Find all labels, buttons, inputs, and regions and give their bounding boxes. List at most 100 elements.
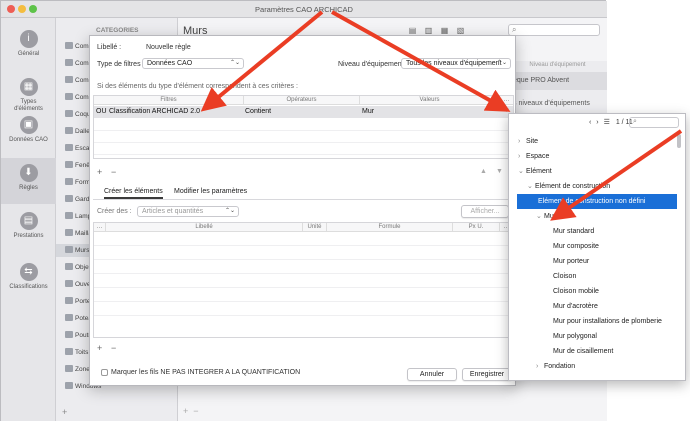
rules-icon: ⬇ bbox=[19, 164, 38, 182]
column-header-unit[interactable]: Unité bbox=[303, 223, 327, 232]
tree-item[interactable]: Elément de construction non défini bbox=[517, 194, 677, 209]
rule-dialog: Libellé : Nouvelle règle Type de filtres… bbox=[89, 35, 516, 386]
tree-item[interactable]: ⌄ Mur bbox=[509, 209, 685, 224]
new-item-icon[interactable]: ▤ bbox=[408, 26, 417, 35]
create-label: Créer des : bbox=[97, 208, 132, 215]
nav-label: Données CAO bbox=[9, 137, 48, 143]
add-element-button[interactable]: + bbox=[97, 343, 102, 353]
nav-item-rules[interactable]: ⬇ Règles bbox=[1, 158, 56, 204]
tree-item-label: Elément bbox=[526, 168, 552, 175]
equipment-row[interactable]: èque PRO Abvent bbox=[508, 72, 607, 90]
equipment-row[interactable]: s niveaux d'équipements bbox=[508, 95, 607, 113]
chevron-right-icon[interactable]: › bbox=[518, 149, 526, 164]
move-down-icon[interactable]: ▼ bbox=[496, 168, 503, 175]
tree-item[interactable]: Mur pour installations de plomberie bbox=[509, 314, 685, 329]
content-add-remove[interactable]: + − bbox=[183, 406, 199, 416]
chevron-left-icon[interactable]: ‹ bbox=[589, 119, 591, 126]
column-header-formula[interactable]: Formule bbox=[327, 223, 453, 232]
category-label: Toits bbox=[75, 349, 89, 356]
tree-item[interactable]: Cloison mobile bbox=[509, 284, 685, 299]
category-icon bbox=[65, 280, 73, 287]
export-icon[interactable]: ▧ bbox=[456, 26, 465, 35]
do-not-integrate-checkbox[interactable] bbox=[101, 369, 108, 376]
equipment-label: Niveau d'équipement : bbox=[338, 61, 408, 68]
chevron-right-icon[interactable]: › bbox=[536, 359, 544, 374]
category-icon bbox=[65, 195, 73, 202]
tree-item-label: Cloison mobile bbox=[553, 288, 599, 295]
cancel-button[interactable]: Annuler bbox=[407, 368, 457, 381]
tree-item-label: Mur standard bbox=[553, 228, 595, 235]
tree-item[interactable]: › Fondation bbox=[509, 359, 685, 374]
tree-item-label: Espace bbox=[526, 153, 550, 160]
column-header-libelle[interactable]: Libellé bbox=[106, 223, 303, 232]
save-button[interactable]: Enregistrer bbox=[462, 368, 512, 381]
create-select[interactable]: Articles et quantités ⌃⌄ bbox=[137, 206, 239, 217]
criteria-description: Si des éléments du type d'élément corres… bbox=[97, 83, 298, 90]
criteria-table: Filtres Opérateurs Valeurs … OU Classifi… bbox=[93, 95, 514, 159]
tree-item[interactable]: Mur porteur bbox=[509, 254, 685, 269]
category-icon bbox=[65, 314, 73, 321]
add-category-button[interactable]: + bbox=[62, 407, 67, 417]
nav-item-general[interactable]: i Général bbox=[1, 30, 56, 58]
nav-item-cad-data[interactable]: ▣ Données CAO bbox=[1, 116, 56, 144]
column-header-filters[interactable]: Filtres bbox=[94, 96, 244, 105]
column-header-values[interactable]: Valeurs bbox=[360, 96, 500, 105]
category-icon bbox=[65, 348, 73, 355]
tab-modify-parameters[interactable]: Modifier les paramètres bbox=[174, 188, 247, 195]
nav-label: Règles bbox=[19, 185, 38, 191]
content-search-input[interactable]: ⌕ bbox=[508, 24, 600, 36]
show-button[interactable]: Afficher... bbox=[461, 205, 509, 218]
chevron-down-icon[interactable]: ⌄ bbox=[518, 164, 526, 179]
chevron-right-icon[interactable]: › bbox=[596, 119, 598, 126]
equipment-value: Tous les niveaux d'équipement bbox=[406, 60, 502, 67]
column-header-unit-price[interactable]: Px U. bbox=[453, 223, 500, 232]
equipment-select[interactable]: Tous les niveaux d'équipement ⌃⌄ bbox=[401, 58, 511, 69]
elements-table: … Libellé Unité Formule Px U. … bbox=[93, 222, 514, 338]
filter-type-select[interactable]: Données CAO ⌃⌄ bbox=[142, 58, 244, 69]
add-criteria-button[interactable]: + bbox=[97, 167, 102, 177]
move-up-icon[interactable]: ▲ bbox=[480, 168, 487, 175]
tab-create-elements[interactable]: Créer les éléments bbox=[104, 188, 163, 199]
remove-criteria-button[interactable]: − bbox=[111, 167, 116, 177]
column-header-more[interactable]: … bbox=[94, 223, 106, 232]
remove-element-button[interactable]: − bbox=[111, 343, 116, 353]
import-icon[interactable]: ▦ bbox=[440, 26, 449, 35]
nav-label: Classifications bbox=[9, 284, 48, 290]
tree-item[interactable]: › Site bbox=[509, 134, 685, 149]
tree-item[interactable]: Mur polygonal bbox=[509, 329, 685, 344]
title-bar: Paramètres CAO ARCHICAD bbox=[1, 1, 607, 18]
popup-search-input[interactable]: ⌕ bbox=[629, 117, 679, 128]
nav-item-services[interactable]: ▤ Prestations bbox=[1, 212, 56, 240]
criteria-filter[interactable]: Classification ARCHICAD 2.0 bbox=[109, 108, 200, 115]
duplicate-icon[interactable]: ▥ bbox=[424, 26, 433, 35]
tree-item[interactable]: Mur d'acrotère bbox=[509, 299, 685, 314]
tree-item[interactable]: Cloison bbox=[509, 269, 685, 284]
element-types-icon: ▦ bbox=[19, 78, 38, 96]
list-icon[interactable]: ☰ bbox=[604, 119, 610, 126]
tree-item[interactable]: ⌄ Elément bbox=[509, 164, 685, 179]
tree-item[interactable]: Mur composite bbox=[509, 239, 685, 254]
chevron-down-icon[interactable]: ⌄ bbox=[527, 179, 535, 194]
chevron-right-icon[interactable]: › bbox=[518, 134, 526, 149]
tree-item[interactable]: ⌄ Elément de construction bbox=[509, 179, 685, 194]
equipment-column-header: Niveau d'équipement bbox=[529, 62, 586, 68]
libelle-field[interactable]: Nouvelle règle bbox=[146, 44, 191, 51]
category-icon bbox=[65, 297, 73, 304]
tree-item[interactable]: › Espace bbox=[509, 149, 685, 164]
tree-item[interactable]: Mur de cisaillement bbox=[509, 344, 685, 359]
nav-item-classifications[interactable]: ⇆ Classifications bbox=[1, 263, 56, 291]
criteria-operator[interactable]: Contient bbox=[245, 108, 271, 115]
tree-item-label: Site bbox=[526, 138, 539, 145]
column-header-operators[interactable]: Opérateurs bbox=[244, 96, 360, 105]
category-icon bbox=[65, 110, 73, 117]
row-divider bbox=[94, 259, 513, 260]
tree-item[interactable]: Mur standard bbox=[509, 224, 685, 239]
column-header-more[interactable]: … bbox=[500, 96, 513, 105]
criteria-row[interactable]: OU Classification ARCHICAD 2.0 Contient … bbox=[94, 106, 513, 118]
classification-popup: ‹ › ☰ 1 / 11 ⌕ › Site › Espace ⌄ Elément ⌄ Elém… bbox=[508, 113, 686, 381]
nav-item-element-types[interactable]: ▦ Types d'éléments bbox=[1, 78, 56, 113]
criteria-value[interactable]: Mur bbox=[362, 108, 374, 115]
category-icon bbox=[65, 144, 73, 151]
classifications-icon: ⇆ bbox=[19, 263, 38, 281]
chevron-down-icon[interactable]: ⌄ bbox=[536, 209, 544, 224]
